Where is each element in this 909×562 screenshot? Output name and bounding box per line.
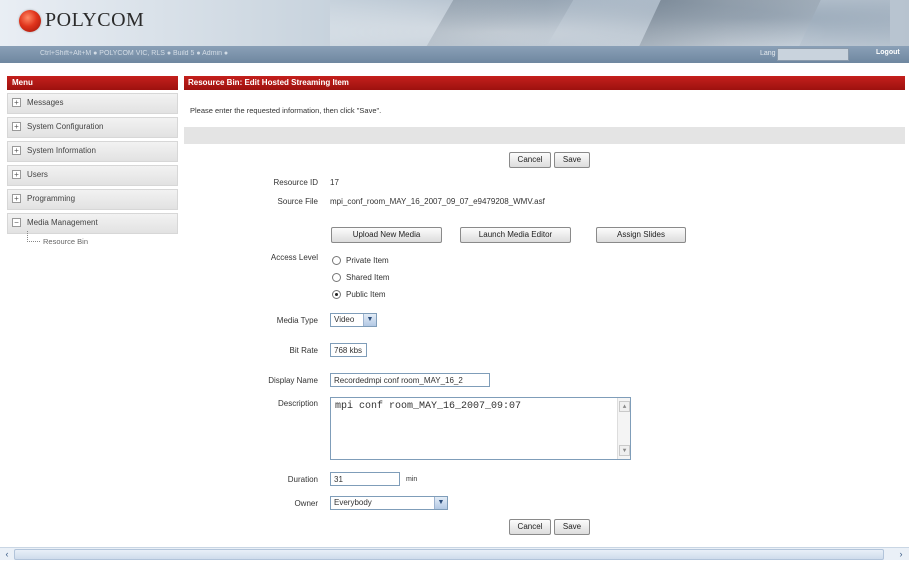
radio-label: Public Item: [346, 290, 386, 299]
description-text: mpi conf room_MAY_16_2007_09:07: [335, 401, 522, 412]
form-instructions: Please enter the requested information, …: [190, 106, 382, 115]
menu-item-users[interactable]: + Users: [7, 165, 178, 186]
display-name-field[interactable]: Recordedmpi conf room_MAY_16_2: [330, 373, 490, 387]
menu-item-system-configuration[interactable]: + System Configuration: [7, 117, 178, 138]
radio-public-item[interactable]: Public Item: [332, 290, 386, 299]
owner-select[interactable]: Everybody ▼: [330, 496, 448, 510]
radio-shared-item[interactable]: Shared Item: [332, 273, 390, 282]
launch-media-editor-button[interactable]: Launch Media Editor: [460, 227, 571, 243]
expand-icon[interactable]: +: [12, 194, 21, 203]
description-label: Description: [277, 399, 318, 408]
duration-label: Duration: [287, 475, 318, 484]
expand-icon[interactable]: +: [12, 122, 21, 131]
collapse-icon[interactable]: −: [12, 218, 21, 227]
expand-icon[interactable]: +: [12, 170, 21, 179]
header-decoration: [639, 0, 821, 46]
display-name-label: Display Name: [268, 376, 318, 385]
scroll-left-icon[interactable]: ‹: [2, 549, 12, 559]
menu-item-label: Media Management: [27, 218, 98, 227]
toolbar-band: [184, 127, 905, 144]
info-bar: Ctrl+Shift+Alt+M ● POLYCOM VIC, RLS ● Bu…: [0, 46, 909, 63]
assign-slides-button[interactable]: Assign Slides: [596, 227, 686, 243]
save-button-bottom[interactable]: Save: [554, 519, 590, 535]
media-type-label: Media Type: [276, 316, 318, 325]
source-file-value: mpi_conf_room_MAY_16_2007_09_07_e9479208…: [330, 197, 545, 206]
radio-icon[interactable]: [332, 256, 341, 265]
menu-subitem-label: Resource Bin: [43, 237, 89, 246]
menu-subitem-resource-bin[interactable]: Resource Bin: [7, 231, 178, 250]
radio-label: Shared Item: [346, 273, 390, 282]
menu-item-system-information[interactable]: + System Information: [7, 141, 178, 162]
logo-text: POLYCOM: [45, 9, 145, 31]
owner-value: Everybody: [334, 498, 372, 507]
edit-form-panel: Resource Bin: Edit Hosted Streaming Item…: [184, 76, 905, 540]
access-level-label: Access Level: [270, 253, 318, 262]
media-type-value: Video: [334, 315, 355, 324]
logout-link[interactable]: Logout: [876, 49, 900, 56]
cancel-button-bottom[interactable]: Cancel: [509, 519, 551, 535]
resource-id-value: 17: [330, 178, 339, 187]
source-file-label: Source File: [277, 197, 318, 206]
page-title: Resource Bin: Edit Hosted Streaming Item: [184, 76, 905, 90]
logo: POLYCOM: [19, 9, 144, 32]
system-info-text: Ctrl+Shift+Alt+M ● POLYCOM VIC, RLS ● Bu…: [40, 50, 229, 57]
scrollbar-thumb[interactable]: [14, 549, 884, 560]
radio-private-item[interactable]: Private Item: [332, 256, 389, 265]
tree-connector-icon: [27, 231, 40, 242]
language-label: Lang: [760, 50, 776, 57]
menu-title: Menu: [7, 76, 178, 90]
radio-selected-icon[interactable]: [332, 290, 341, 299]
duration-unit: min: [406, 476, 418, 483]
menu-item-label: System Configuration: [27, 122, 104, 131]
polycom-logo-icon: [19, 9, 41, 32]
scroll-up-icon[interactable]: ▲: [619, 401, 630, 412]
scrollbar[interactable]: ▲ ▼: [617, 398, 630, 459]
horizontal-scrollbar[interactable]: ‹ ›: [0, 547, 909, 560]
menu-item-label: System Information: [27, 146, 96, 155]
radio-label: Private Item: [346, 256, 389, 265]
save-button-top[interactable]: Save: [554, 152, 590, 168]
bit-rate-label: Bit Rate: [289, 346, 318, 355]
duration-field[interactable]: 31: [330, 472, 400, 486]
menu-item-label: Messages: [27, 98, 64, 107]
scroll-down-icon[interactable]: ▼: [619, 445, 630, 456]
cancel-button-top[interactable]: Cancel: [509, 152, 551, 168]
sidebar-menu: Menu + Messages + System Configuration +…: [7, 76, 178, 250]
radio-icon[interactable]: [332, 273, 341, 282]
resource-id-label: Resource ID: [273, 178, 318, 187]
description-textarea[interactable]: mpi conf room_MAY_16_2007_09:07 ▲ ▼: [330, 397, 631, 460]
language-select[interactable]: [777, 48, 849, 61]
app-header: POLYCOM: [0, 0, 909, 46]
expand-icon[interactable]: +: [12, 98, 21, 107]
owner-label: Owner: [294, 499, 318, 508]
media-type-select[interactable]: Video ▼: [330, 313, 377, 327]
chevron-down-icon[interactable]: ▼: [434, 497, 447, 509]
menu-item-label: Users: [27, 170, 48, 179]
chevron-down-icon[interactable]: ▼: [363, 314, 376, 326]
upload-new-media-button[interactable]: Upload New Media: [331, 227, 442, 243]
scroll-right-icon[interactable]: ›: [896, 549, 906, 559]
expand-icon[interactable]: +: [12, 146, 21, 155]
menu-item-label: Programming: [27, 194, 76, 203]
menu-item-messages[interactable]: + Messages: [7, 93, 178, 114]
bit-rate-field[interactable]: 768 kbs: [330, 343, 367, 357]
menu-item-programming[interactable]: + Programming: [7, 189, 178, 210]
